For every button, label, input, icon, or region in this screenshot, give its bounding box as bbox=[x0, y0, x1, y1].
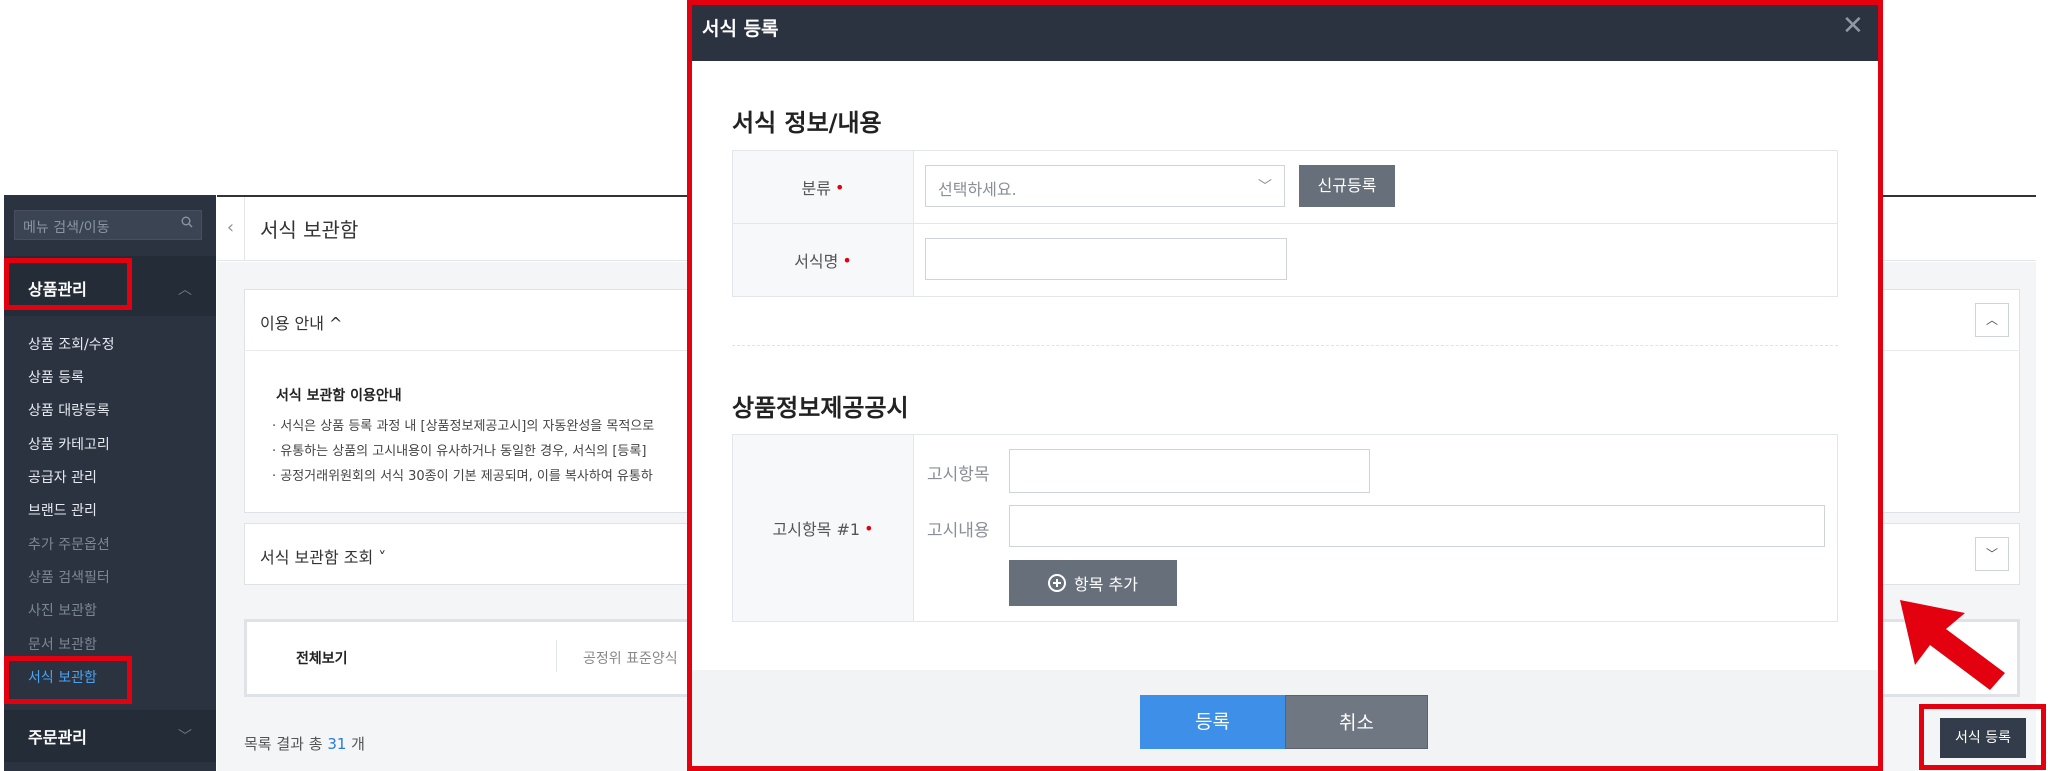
result-suffix: 개 bbox=[346, 735, 365, 753]
form-name-label-text: 서식명 bbox=[794, 252, 839, 271]
notice-item-label: 고시항목 #1 • bbox=[733, 435, 914, 621]
tab-all[interactable]: 전체보기 bbox=[296, 648, 348, 668]
notice-field-input[interactable] bbox=[1009, 449, 1370, 493]
section-title-info: 서식 정보/내용 bbox=[732, 109, 882, 137]
category-label: 분류 • bbox=[733, 151, 914, 223]
form-name-label: 서식명 • bbox=[733, 224, 914, 296]
category-select[interactable]: 선택하세요. ﹀ bbox=[925, 165, 1285, 207]
collapse-guide-button[interactable]: ︿ bbox=[1975, 303, 2009, 337]
notice-content-label: 고시내용 bbox=[927, 521, 990, 541]
chevron-down-icon: ﹀ bbox=[178, 729, 192, 745]
category-label-text: 분류 bbox=[801, 179, 831, 198]
guide-line-2: · 유통하는 상품의 고시내용이 유사하거나 동일한 경우, 서식의 [등록] bbox=[272, 444, 647, 459]
tab-standard-form[interactable]: 공정위 표준양식 bbox=[583, 648, 678, 668]
sidebar-item-product-register[interactable]: 상품 등록 bbox=[28, 367, 84, 387]
category-select-value: 선택하세요. bbox=[938, 180, 1017, 199]
chevron-up-icon: ︿ bbox=[178, 282, 192, 298]
page-title: 서식 보관함 bbox=[260, 218, 359, 242]
guide-heading: 서식 보관함 이용안내 bbox=[276, 388, 402, 404]
required-mark: • bbox=[835, 177, 845, 197]
search-icon bbox=[181, 216, 193, 228]
add-item-label: 항목 추가 bbox=[1074, 575, 1138, 594]
section-divider bbox=[732, 345, 1838, 346]
notice-field-label: 고시항목 bbox=[927, 465, 990, 485]
chevron-down-icon: ﹀ bbox=[1258, 179, 1272, 195]
sidebar-item-search-filter[interactable]: 상품 검색필터 bbox=[28, 567, 110, 587]
plus-circle-icon bbox=[1048, 574, 1067, 592]
form-name-input[interactable] bbox=[925, 238, 1287, 280]
highlight-box-product-group bbox=[4, 258, 132, 310]
sidebar-group-order-label: 주문관리 bbox=[28, 728, 87, 747]
result-prefix: 목록 결과 총 bbox=[244, 735, 328, 753]
modal-header bbox=[692, 5, 1878, 61]
guide-panel-title[interactable]: 이용 안내 ^ bbox=[260, 310, 342, 334]
highlight-box-form-storage bbox=[4, 656, 132, 704]
sidebar-item-order-option[interactable]: 추가 주문옵션 bbox=[28, 534, 110, 554]
result-number: 31 bbox=[327, 735, 347, 753]
sidebar-item-product-list[interactable]: 상품 조회/수정 bbox=[28, 334, 114, 354]
collapse-sidebar-button[interactable]: ‹ bbox=[217, 197, 245, 261]
tab-divider bbox=[556, 640, 557, 672]
result-count: 목록 결과 총 31 개 bbox=[244, 733, 365, 754]
sidebar-item-category[interactable]: 상품 카테고리 bbox=[28, 434, 110, 454]
required-mark: • bbox=[842, 250, 852, 270]
red-arrow-icon bbox=[1900, 600, 2005, 690]
search-panel-title[interactable]: 서식 보관함 조회 ˅ bbox=[260, 544, 386, 568]
close-icon[interactable]: ✕ bbox=[1842, 12, 1864, 40]
new-register-button[interactable]: 신규등록 bbox=[1299, 165, 1395, 207]
add-item-button[interactable]: 항목 추가 bbox=[1009, 560, 1177, 606]
section-title-notice: 상품정보제공공시 bbox=[732, 394, 909, 422]
sidebar-item-bulk-register[interactable]: 상품 대량등록 bbox=[28, 400, 110, 420]
sidebar-item-photo-storage[interactable]: 사진 보관함 bbox=[28, 600, 97, 620]
expand-search-button[interactable]: ﹀ bbox=[1975, 537, 2009, 571]
sidebar-item-brand[interactable]: 브랜드 관리 bbox=[28, 500, 97, 520]
submit-button[interactable]: 등록 bbox=[1140, 695, 1285, 749]
highlight-box-register-button bbox=[1919, 704, 2046, 770]
menu-search-input[interactable]: 메뉴 검색/이동 bbox=[14, 210, 202, 240]
required-mark: • bbox=[864, 518, 874, 538]
guide-line-3: · 공정거래위원회의 서식 30종이 기본 제공되며, 이를 복사하여 유통하 bbox=[272, 469, 653, 484]
cancel-button[interactable]: 취소 bbox=[1285, 695, 1428, 749]
modal-title: 서식 등록 bbox=[702, 18, 779, 40]
notice-content-input[interactable] bbox=[1009, 505, 1825, 547]
guide-line-1: · 서식은 상품 등록 과정 내 [상품정보제공고시]의 자동완성을 목적으로 bbox=[272, 419, 655, 434]
notice-item-label-text: 고시항목 #1 bbox=[772, 520, 861, 539]
sidebar-item-supplier[interactable]: 공급자 관리 bbox=[28, 467, 97, 487]
sidebar-item-doc-storage[interactable]: 문서 보관함 bbox=[28, 634, 97, 654]
menu-search-placeholder: 메뉴 검색/이동 bbox=[23, 220, 110, 236]
